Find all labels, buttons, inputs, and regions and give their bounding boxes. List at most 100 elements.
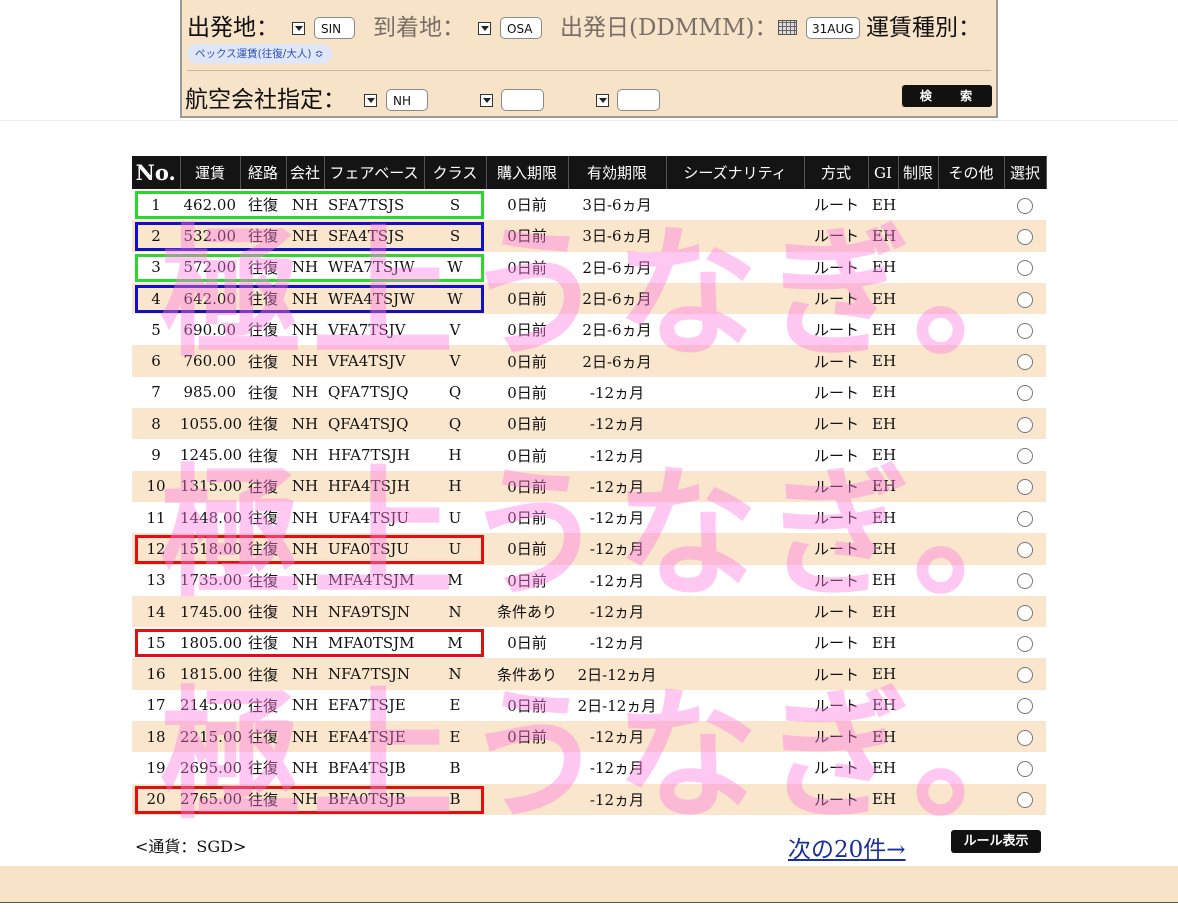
cell-carrier: NH — [286, 314, 324, 346]
cell-seasonality — [666, 595, 804, 628]
airline-1-input[interactable]: NH — [386, 89, 428, 111]
select-radio[interactable] — [1017, 354, 1033, 371]
select-radio[interactable] — [1017, 573, 1033, 590]
airline-2-dropdown-icon[interactable] — [480, 94, 493, 107]
cell-purchase: 0日前 — [486, 251, 568, 283]
cell-fare-basis: EFA4TSJE — [324, 721, 424, 753]
cell-validity: -12ヵ月 — [568, 627, 666, 659]
cell-fare-basis: MFA0TSJM — [324, 627, 424, 659]
cell-seasonality — [666, 533, 804, 565]
cell-carrier: NH — [286, 627, 324, 659]
table-row: 8 1055.00 往復 NH QFA4TSJQ Q 0日前 -12ヵ月 ルート EH — [132, 408, 1046, 440]
table-row: 3 572.00 往復 NH WFA7TSJW W 0日前 2日-6ヵ月 ルート EH — [132, 251, 1046, 283]
select-radio[interactable] — [1017, 541, 1033, 558]
select-radio[interactable] — [1017, 729, 1033, 746]
cell-gi: EH — [868, 470, 898, 502]
select-radio[interactable] — [1017, 416, 1033, 433]
cell-restriction — [898, 721, 938, 753]
select-radio[interactable] — [1017, 260, 1033, 277]
origin-dropdown-icon[interactable] — [292, 22, 305, 35]
cell-no: 8 — [132, 408, 180, 440]
cell-fare-basis: NFA9TSJN — [324, 595, 424, 628]
header-gi: GI — [868, 156, 899, 189]
destination-input[interactable]: OSA — [500, 17, 542, 39]
cell-other — [938, 282, 1004, 315]
cell-method: ルート — [804, 721, 868, 753]
cell-route: 往復 — [240, 752, 286, 784]
airline-1-dropdown-icon[interactable] — [364, 94, 377, 107]
cell-other — [938, 470, 1004, 502]
select-radio[interactable] — [1017, 510, 1033, 527]
cell-fare: 1815.00 — [180, 658, 242, 690]
cell-route: 往復 — [240, 220, 286, 252]
select-radio[interactable] — [1017, 385, 1033, 402]
cell-purchase: 0日前 — [486, 627, 568, 659]
origin-input[interactable]: SIN — [314, 17, 355, 39]
cell-restriction — [898, 408, 938, 440]
cell-route: 往復 — [240, 470, 286, 502]
airline-2-input[interactable] — [501, 89, 544, 111]
cell-validity: -12ヵ月 — [568, 439, 666, 471]
select-radio[interactable] — [1017, 792, 1033, 809]
cell-gi: EH — [868, 627, 898, 659]
airline-3-input[interactable] — [617, 89, 660, 111]
date-input[interactable]: 31AUG — [806, 17, 860, 39]
search-button[interactable]: 検 索 — [902, 85, 992, 107]
cell-select — [1004, 783, 1046, 815]
select-radio[interactable] — [1017, 448, 1033, 465]
table-row: 12 1518.00 往復 NH UFA0TSJU U 0日前 -12ヵ月 ルート EH — [132, 533, 1046, 565]
cell-carrier: NH — [286, 689, 324, 722]
cell-validity: 2日-12ヵ月 — [568, 689, 666, 722]
bottom-divider — [0, 902, 1178, 903]
calendar-icon[interactable] — [778, 20, 797, 35]
select-radio[interactable] — [1017, 322, 1033, 339]
select-radio[interactable] — [1017, 667, 1033, 684]
cell-gi: EH — [868, 189, 898, 221]
cell-fare-basis: VFA4TSJV — [324, 345, 424, 377]
select-radio[interactable] — [1017, 635, 1033, 652]
cell-no: 15 — [132, 627, 180, 659]
table-row: 16 1815.00 往復 NH NFA7TSJN N 条件あり 2日-12ヵ月 ルート EH — [132, 658, 1046, 690]
cell-no: 18 — [132, 721, 180, 753]
cell-seasonality — [666, 251, 804, 283]
fare-type-select[interactable]: ペックス運賃(往復/大人) ≎ — [187, 44, 332, 64]
select-radio[interactable] — [1017, 604, 1033, 621]
select-radio[interactable] — [1017, 760, 1033, 777]
select-radio[interactable] — [1017, 479, 1033, 496]
cell-restriction — [898, 189, 938, 221]
select-radio[interactable] — [1017, 698, 1033, 715]
cell-validity: 2日-12ヵ月 — [568, 658, 666, 690]
cell-purchase: 条件あり — [486, 595, 568, 628]
cell-seasonality — [666, 408, 804, 440]
select-radio[interactable] — [1017, 291, 1033, 308]
cell-fare: 462.00 — [180, 189, 240, 221]
cell-gi: EH — [868, 220, 898, 252]
header-fare: 運賃 — [180, 156, 241, 189]
destination-dropdown-icon[interactable] — [478, 22, 491, 35]
cell-fare: 1245.00 — [180, 439, 242, 471]
cell-purchase: 0日前 — [486, 314, 568, 346]
date-label: 出発日(DDMMM)： — [560, 15, 778, 41]
cell-fare: 1448.00 — [180, 501, 242, 534]
cell-fare-basis: WFA4TSJW — [324, 282, 424, 315]
cell-restriction — [898, 564, 938, 596]
select-radio[interactable] — [1017, 197, 1033, 214]
cell-gi: EH — [868, 721, 898, 753]
cell-select — [1004, 595, 1046, 628]
cell-route: 往復 — [240, 408, 286, 440]
cell-class: H — [424, 439, 486, 471]
cell-class: S — [424, 220, 486, 252]
cell-fare: 1055.00 — [180, 408, 242, 440]
table-row: 20 2765.00 往復 NH BFA0TSJB B -12ヵ月 ルート EH — [132, 783, 1046, 815]
cell-seasonality — [666, 689, 804, 722]
cell-method: ルート — [804, 627, 868, 659]
cell-no: 10 — [132, 470, 180, 502]
cell-class: V — [424, 314, 486, 346]
rule-display-button[interactable]: ルール表示 — [951, 830, 1041, 853]
next-page-link[interactable]: 次の20件→ — [788, 830, 906, 864]
header-class: クラス — [424, 156, 487, 189]
select-radio[interactable] — [1017, 228, 1033, 245]
cell-method: ルート — [804, 439, 868, 471]
airline-3-dropdown-icon[interactable] — [596, 94, 609, 107]
cell-fare-basis: EFA7TSJE — [324, 689, 424, 722]
